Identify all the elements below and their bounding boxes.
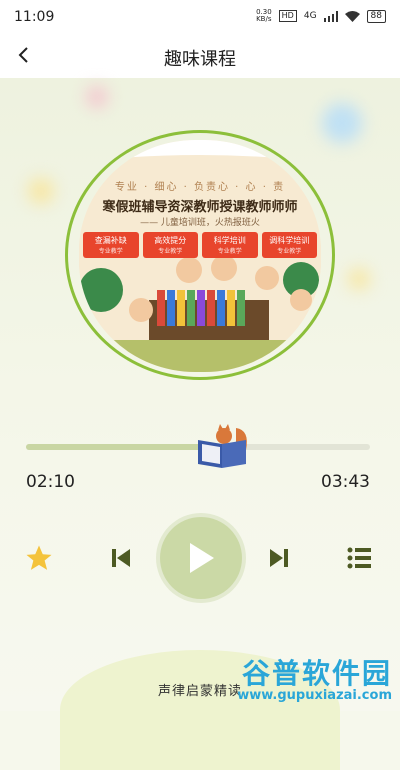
skip-next-icon: [270, 549, 288, 567]
watermark-title: 谷普软件园: [241, 657, 392, 690]
cover-subline: —— 儿童培训班，火热报班火: [140, 218, 260, 228]
watermark: 谷普软件园 www.gupuxiazai.com: [212, 652, 392, 708]
total-time: 03:43: [321, 472, 370, 492]
net-speed: 0.30 KB/s: [256, 8, 272, 23]
reading-fox-icon: [197, 424, 247, 468]
cover-headline: 寒假班辅导资深教师授课教师师师: [102, 200, 298, 215]
cover-tag: 查漏补缺 专业教学: [83, 232, 139, 258]
watermark-url: www.gupuxiazai.com: [237, 688, 392, 703]
play-icon: [190, 543, 214, 573]
status-time: 11:09: [14, 9, 55, 25]
progress-thumb[interactable]: [192, 420, 252, 470]
signal-icon: [323, 10, 338, 22]
next-button[interactable]: [262, 541, 296, 575]
cover-tag-title: 调科学培训: [269, 236, 310, 245]
cover-tag-sub: 专业教学: [158, 248, 183, 255]
cover-tag-title: 高效提分: [154, 236, 187, 245]
play-button[interactable]: [160, 517, 242, 599]
cover-art: 专业 · 细心 · 负责心 · 心 · 责 寒假班辅导资深教师授课教师师师 ——…: [79, 140, 321, 372]
cover-tagline: 专业 · 细心 · 负责心 · 心 · 责: [114, 182, 286, 193]
cover-tag-sub: 专业教学: [98, 248, 123, 255]
skip-previous-icon: [112, 549, 130, 567]
cover-tag: 调科学培训 专业教学: [261, 232, 317, 258]
status-icons: 0.30 KB/s HD 4G 88: [256, 9, 386, 23]
cover-tag: 科学培训 专业教学: [202, 232, 258, 258]
cover-tag: 高效提分 专业教学: [142, 232, 198, 258]
cover-tag-sub: 专业教学: [217, 248, 242, 255]
decor-blob: [28, 178, 54, 204]
decor-blob: [86, 86, 108, 108]
cover-tags: 查漏补缺专业教学 高效提分专业教学 科学培训专业教学 调科学培训专业教学: [83, 232, 317, 258]
signal-label: 4G: [303, 11, 317, 21]
previous-button[interactable]: [104, 541, 138, 575]
player-controls: [0, 515, 400, 600]
album-cover: 专业 · 细心 · 负责心 · 心 · 责 寒假班辅导资深教师授课教师师师 ——…: [65, 130, 335, 380]
battery-icon: 88: [366, 9, 386, 23]
favorite-button[interactable]: [22, 541, 56, 575]
playlist-button[interactable]: [342, 541, 376, 575]
cover-tag-title: 查漏补缺: [94, 236, 127, 245]
playlist-icon: [347, 547, 371, 569]
decor-blob: [348, 268, 370, 290]
elapsed-time: 02:10: [26, 472, 75, 492]
app-header: 趣味课程: [0, 34, 400, 78]
status-bar: 11:09 0.30 KB/s HD 4G 88: [0, 0, 400, 34]
hd-badge: HD: [278, 10, 297, 22]
cover-tag-sub: 专业教学: [277, 248, 302, 255]
page-title: 趣味课程: [164, 49, 236, 70]
star-icon: [26, 545, 52, 570]
cover-tag-title: 科学培训: [213, 236, 246, 245]
wifi-icon: [344, 10, 360, 22]
